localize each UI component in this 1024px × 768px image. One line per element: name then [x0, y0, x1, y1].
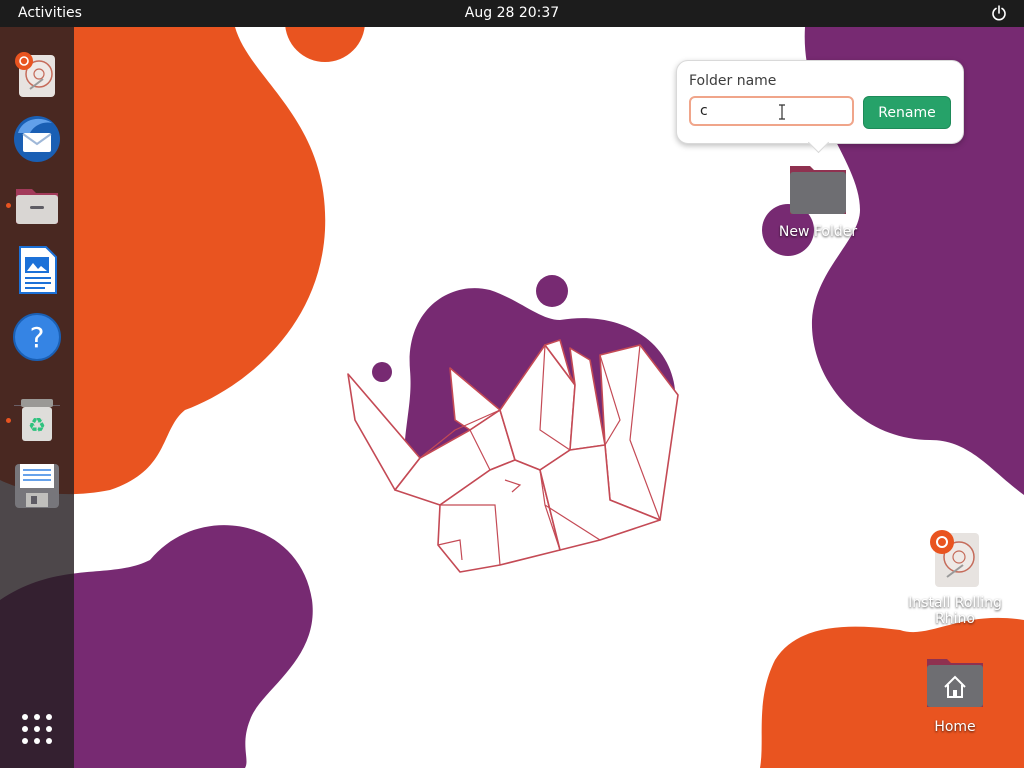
- dock-item-installer[interactable]: [10, 49, 64, 103]
- desktop-icon-installer[interactable]: Install Rolling Rhino: [900, 527, 1010, 627]
- svg-text:♻: ♻: [28, 413, 46, 437]
- folder-name-label: Folder name: [689, 73, 777, 89]
- desktop-icon-label: Home: [934, 719, 976, 735]
- text-cursor-icon: [779, 104, 785, 120]
- apps-grid-icon[interactable]: [20, 712, 54, 746]
- trash-icon: ♻: [21, 399, 53, 441]
- folder-icon: [790, 166, 846, 214]
- svg-text:?: ?: [30, 321, 45, 354]
- dock: ? ♻: [0, 27, 74, 768]
- installer-icon: [930, 530, 979, 587]
- installer-icon: [15, 52, 55, 97]
- rename-folder-popover: Folder name Rename: [676, 60, 964, 154]
- dock-item-files[interactable]: [10, 177, 64, 231]
- floppy-disk-icon: [15, 464, 59, 508]
- dock-item-thunderbird[interactable]: [10, 111, 64, 165]
- desktop-icon-label: New Folder: [778, 224, 858, 240]
- desktop-icon-label: Install Rolling Rhino: [908, 595, 1002, 627]
- dock-item-trash[interactable]: ♻: [10, 393, 64, 447]
- dock-item-help[interactable]: ?: [10, 310, 64, 364]
- top-bar: Activities Aug 28 20:37: [0, 0, 1024, 27]
- clock-button[interactable]: Aug 28 20:37: [0, 5, 1024, 21]
- desktop-icon-home[interactable]: Home: [900, 655, 1010, 735]
- dock-item-disk[interactable]: [10, 459, 64, 513]
- files-icon: [16, 189, 58, 224]
- rename-button[interactable]: Rename: [863, 96, 951, 129]
- power-icon[interactable]: [990, 4, 1008, 22]
- dock-item-writer[interactable]: [10, 243, 64, 297]
- help-icon: ?: [13, 313, 61, 361]
- desktop-icon-new-folder[interactable]: New Folder: [763, 160, 873, 240]
- home-folder-icon: [927, 659, 983, 707]
- writer-icon: [19, 246, 57, 294]
- folder-name-input[interactable]: [689, 96, 854, 126]
- mail-icon: [14, 116, 60, 162]
